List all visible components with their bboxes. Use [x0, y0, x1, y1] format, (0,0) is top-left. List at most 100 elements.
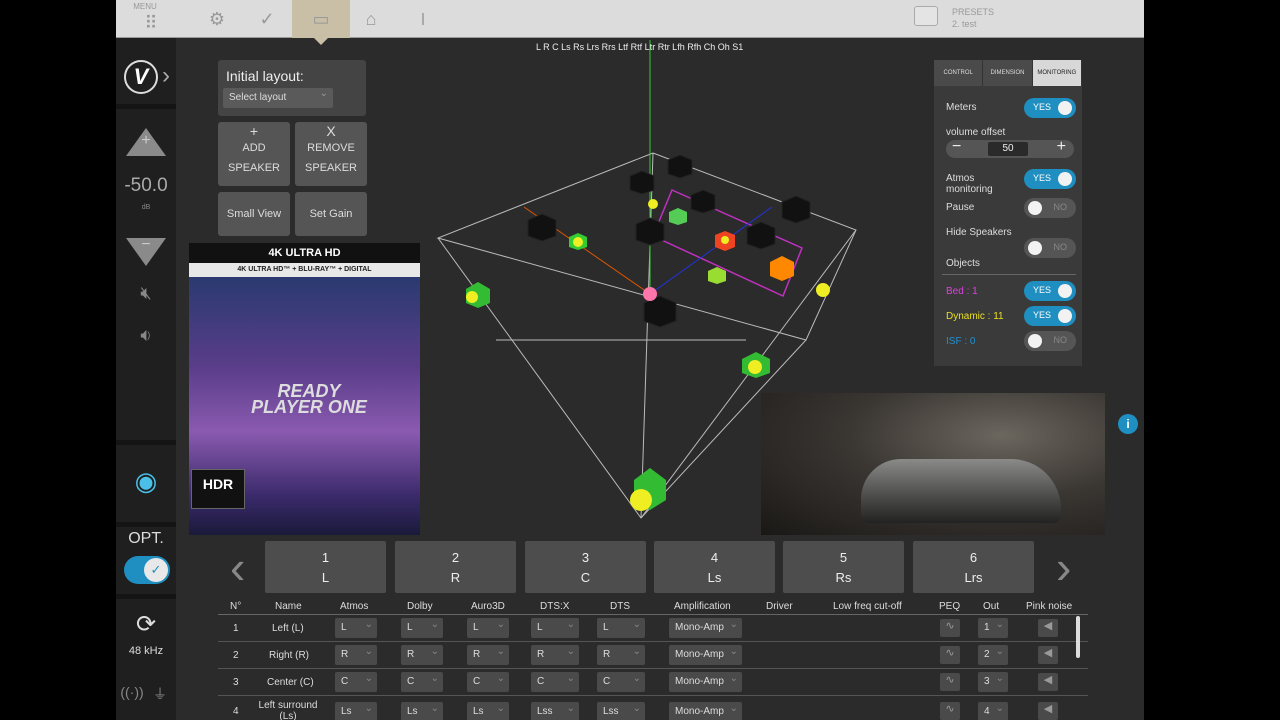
- speaker-tab-1[interactable]: 1L: [265, 541, 386, 593]
- object-dot: [648, 199, 658, 209]
- dolby-select[interactable]: Ls: [401, 702, 443, 720]
- object-dot: [630, 489, 652, 511]
- hdmi-cable-icon[interactable]: ◉: [116, 466, 176, 497]
- mute-icon[interactable]: 🔇︎: [116, 283, 176, 304]
- dts-select[interactable]: L: [597, 618, 645, 638]
- tab-control[interactable]: CONTROL: [934, 60, 984, 86]
- amp-select[interactable]: Mono-Amp: [669, 702, 742, 720]
- speaker-cube: [667, 154, 693, 179]
- speaker-cube: [635, 217, 665, 246]
- next-speakers-arrow[interactable]: ›: [1056, 542, 1071, 592]
- dts-select[interactable]: Lss: [597, 702, 645, 720]
- input-toggle[interactable]: [124, 556, 170, 584]
- dtsx-select[interactable]: R: [531, 645, 579, 665]
- amp-select[interactable]: Mono-Amp: [669, 672, 742, 692]
- speaker-icon[interactable]: ◀: [1038, 673, 1058, 691]
- pause-label: Pause: [946, 202, 975, 213]
- presets-button[interactable]: PRESETS 2. test: [913, 6, 994, 30]
- peq-icon[interactable]: ∿: [940, 646, 960, 664]
- col-amplification: Amplification: [674, 601, 731, 612]
- folder-icon: [913, 6, 938, 26]
- out-select[interactable]: 3: [978, 672, 1008, 692]
- peq-icon[interactable]: ∿: [940, 673, 960, 691]
- peq-icon[interactable]: ∿: [940, 619, 960, 637]
- out-select[interactable]: 2: [978, 645, 1008, 665]
- table-row: 2 Right (R) R R R R R Mono-Amp ∿ 2 ◀: [218, 642, 1088, 669]
- atmos-select[interactable]: Ls: [335, 702, 377, 720]
- auro3d-select[interactable]: L: [467, 618, 509, 638]
- volume-offset-value[interactable]: 50: [988, 142, 1028, 156]
- dolby-select[interactable]: C: [401, 672, 443, 692]
- col-dolby: Dolby: [407, 601, 433, 612]
- tab-dimension[interactable]: DIMENSION: [983, 60, 1033, 86]
- bottle-icon[interactable]: ⏽: [394, 0, 452, 38]
- bed-label: Bed : 1: [946, 286, 978, 297]
- speaker-icon[interactable]: ◀: [1038, 619, 1058, 637]
- auro3d-select[interactable]: Ls: [467, 702, 509, 720]
- meters-toggle[interactable]: YES: [1024, 98, 1076, 118]
- speaker-tab-4[interactable]: 4 Ls: [654, 541, 775, 593]
- check-icon[interactable]: ✓: [238, 0, 296, 38]
- speaker-icon[interactable]: ◀: [1038, 646, 1058, 664]
- atmos-select[interactable]: C: [335, 672, 377, 692]
- speaker-tab-3[interactable]: 3C: [525, 541, 646, 593]
- speaker-tab-5[interactable]: 5 Rs: [783, 541, 904, 593]
- atmos-select[interactable]: R: [335, 645, 377, 665]
- speaker-tab-6[interactable]: 6 Lrs: [913, 541, 1034, 593]
- col-dtsx: DTS:X: [540, 601, 570, 612]
- objects-label: Objects: [946, 258, 980, 269]
- atmos-monitoring-label: Atmos monitoring: [946, 173, 993, 195]
- chevron-right-icon[interactable]: ›: [162, 62, 170, 90]
- table-row: 1 Left (L) L L L L L Mono-Amp ∿ 1 ◀: [218, 615, 1088, 642]
- speaker-icon[interactable]: ◀: [1038, 702, 1058, 720]
- object-dot: [748, 360, 762, 374]
- dts-select[interactable]: C: [597, 672, 645, 692]
- sample-rate: 48 kHz: [128, 645, 164, 657]
- chart-icon[interactable]: ⌂: [342, 0, 400, 38]
- hide-speakers-toggle[interactable]: NO: [1024, 238, 1076, 258]
- app-window: MENU ⠿ ⚙ ✓ ▭ ⌂ ⏽ PRESETS 2. test V › + -…: [116, 0, 1144, 720]
- plus-button[interactable]: +: [1057, 138, 1066, 156]
- pause-toggle[interactable]: NO: [1024, 198, 1076, 218]
- grid-icon[interactable]: ⠿: [122, 4, 180, 42]
- amp-select[interactable]: Mono-Amp: [669, 645, 742, 665]
- video-preview: [761, 393, 1105, 535]
- out-select[interactable]: 1: [978, 618, 1008, 638]
- auro3d-select[interactable]: R: [467, 645, 509, 665]
- object-marker: [669, 208, 687, 225]
- dtsx-select[interactable]: L: [531, 618, 579, 638]
- speaker-cube: [746, 221, 776, 250]
- dtsx-select[interactable]: C: [531, 672, 579, 692]
- atmos-toggle[interactable]: YES: [1024, 169, 1076, 189]
- volume-low-icon[interactable]: 🔉︎: [116, 325, 176, 346]
- set-gain-button[interactable]: Set Gain: [295, 192, 367, 236]
- add-speaker-button[interactable]: + ADD SPEAKER: [218, 122, 290, 186]
- amp-select[interactable]: Mono-Amp: [669, 618, 742, 638]
- info-icon[interactable]: i: [1118, 414, 1138, 434]
- small-view-button[interactable]: Small View: [218, 192, 290, 236]
- prev-speakers-arrow[interactable]: ‹: [230, 542, 245, 592]
- dynamic-toggle[interactable]: YES: [1024, 306, 1076, 326]
- table-scrollbar[interactable]: [1076, 616, 1080, 658]
- bed-toggle[interactable]: YES: [1024, 281, 1076, 301]
- isf-toggle[interactable]: NO: [1024, 331, 1076, 351]
- speaker-tab-2[interactable]: 2R: [395, 541, 516, 593]
- tab-monitoring[interactable]: MONITORING: [1032, 60, 1082, 86]
- layout-select[interactable]: Select layout: [223, 88, 333, 108]
- room-bottom-edge: [437, 237, 807, 519]
- peq-icon[interactable]: ∿: [940, 702, 960, 720]
- out-select[interactable]: 4: [978, 702, 1008, 720]
- col-out: Out: [983, 601, 1000, 612]
- remove-speaker-button[interactable]: X REMOVE SPEAKER: [295, 122, 367, 186]
- atmos-select[interactable]: L: [335, 618, 377, 638]
- top-toolbar: MENU ⠿ ⚙ ✓ ▭ ⌂ ⏽ PRESETS 2. test: [116, 0, 1144, 45]
- sync-icon[interactable]: ⟳: [116, 610, 176, 639]
- left-sidebar: V › + -50.0 dB − 🔇︎ 🔉︎ ◉ OPT. ⟳ 48 kHz (…: [116, 38, 176, 720]
- volume-offset-label: volume offset: [946, 127, 1006, 138]
- dtsx-select[interactable]: Lss: [531, 702, 579, 720]
- dolby-select[interactable]: R: [401, 645, 443, 665]
- dts-select[interactable]: R: [597, 645, 645, 665]
- auro3d-select[interactable]: C: [467, 672, 509, 692]
- minus-button[interactable]: −: [952, 138, 961, 156]
- dolby-select[interactable]: L: [401, 618, 443, 638]
